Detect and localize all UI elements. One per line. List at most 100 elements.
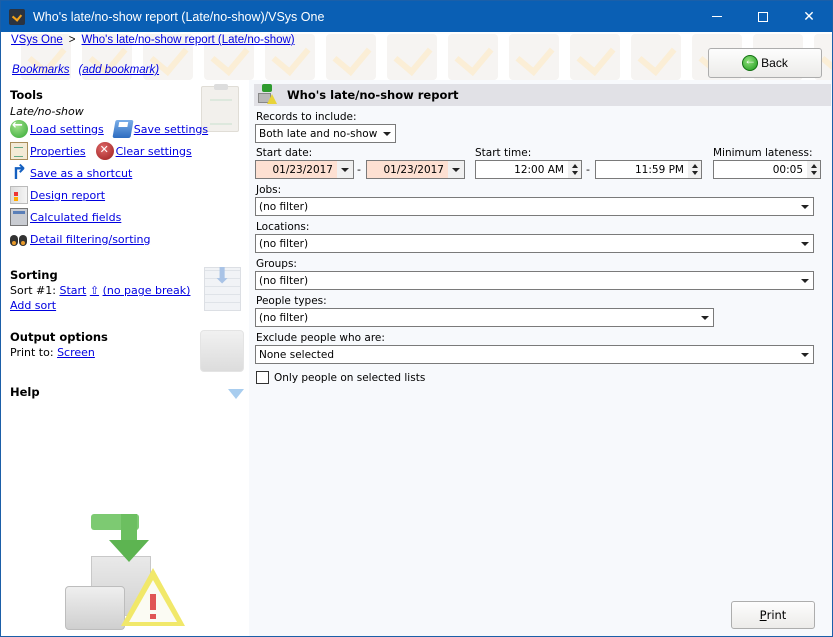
exclude-value: None selected (259, 348, 335, 361)
help-section: Help (10, 385, 40, 399)
green-arrow-icon (91, 510, 151, 570)
close-icon: ✕ (803, 8, 815, 25)
sort-field-link[interactable]: Start (59, 284, 86, 297)
start-date-from-value: 01/23/2017 (272, 163, 333, 176)
start-date-from-picker[interactable]: 01/23/2017 (255, 160, 354, 179)
watermark-logo (326, 34, 376, 80)
window-title: Who's late/no-show report (Late/no-show)… (33, 9, 325, 24)
clear-settings-icon (95, 142, 114, 160)
tools-title: Tools (10, 88, 43, 102)
watermark-logo (631, 34, 681, 80)
maximize-button[interactable] (740, 1, 786, 32)
print-to-label: Print to: (10, 346, 54, 359)
save-shortcut-link[interactable]: Save as a shortcut (30, 167, 132, 180)
save-settings-item[interactable]: Save settings (112, 120, 208, 138)
help-title[interactable]: Help (10, 385, 40, 399)
save-shortcut-item[interactable]: Save as a shortcut (10, 164, 132, 182)
print-accelerator: P (759, 608, 767, 622)
breadcrumb-current-link[interactable]: Who's late/no-show report (Late/no-show) (82, 34, 295, 46)
records-label: Records to include: (256, 111, 357, 123)
jobs-value: (no filter) (259, 200, 309, 213)
output-options-section: Output options Print to: Screen (10, 330, 108, 360)
start-time-to-spinner[interactable]: 11:59 PM (595, 160, 702, 179)
sidebar: Tools Late/no-show Load settings Save se… (1, 80, 249, 636)
locations-label: Locations: (256, 221, 310, 233)
groups-dropdown[interactable]: (no filter) (255, 271, 814, 290)
only-selected-lists-option[interactable]: Only people on selected lists (256, 371, 425, 384)
spinner-arrows-icon[interactable] (688, 161, 701, 178)
breadcrumb-home-link[interactable]: VSys One (11, 34, 63, 46)
binoculars-icon (10, 230, 28, 248)
sorting-title: Sorting (10, 268, 58, 282)
clear-settings-link[interactable]: Clear settings (116, 145, 192, 158)
records-dropdown[interactable]: Both late and no-show (255, 124, 396, 143)
title-bar: Who's late/no-show report (Late/no-show)… (1, 1, 832, 32)
print-button[interactable]: Print (731, 601, 815, 629)
report-illustration (61, 508, 191, 637)
watermark-logo (570, 34, 620, 80)
properties-link[interactable]: Properties (30, 145, 86, 158)
clear-settings-item[interactable]: Clear settings (95, 142, 192, 160)
chevron-down-icon (797, 198, 813, 215)
bookmarks-link[interactable]: Bookmarks (12, 64, 70, 76)
shortcut-icon (10, 164, 28, 182)
close-button[interactable]: ✕ (786, 1, 832, 32)
design-report-link[interactable]: Design report (30, 189, 105, 202)
load-settings-item[interactable]: Load settings (10, 118, 104, 138)
watermark-logo (387, 34, 437, 80)
detail-filtering-link[interactable]: Detail filtering/sorting (30, 233, 151, 246)
tools-subtitle: Late/no-show (10, 105, 84, 118)
page-break-link[interactable]: (no page break) (103, 284, 191, 297)
detail-filtering-item[interactable]: Detail filtering/sorting (10, 230, 151, 248)
start-time-label: Start time: (475, 147, 532, 159)
sort-prefix: Sort #1: (10, 284, 56, 297)
people-types-label: People types: (256, 295, 327, 307)
breadcrumb: VSys One > Who's late/no-show report (La… (11, 34, 295, 46)
only-selected-lists-label: Only people on selected lists (274, 371, 426, 384)
calculator-icon (10, 208, 28, 226)
time-range-separator: - (586, 163, 590, 176)
add-sort-link[interactable]: Add sort (10, 299, 56, 312)
spinner-arrows-icon[interactable] (807, 161, 820, 178)
expand-help-icon[interactable] (228, 389, 244, 399)
people-types-value: (no filter) (259, 311, 309, 324)
print-to-link[interactable]: Screen (57, 346, 95, 359)
design-report-icon (10, 186, 28, 204)
report-header: Who's late/no-show report (254, 84, 831, 106)
back-arrow-icon (742, 53, 759, 71)
add-bookmark-link[interactable]: (add bookmark) (79, 64, 160, 76)
start-time-from-spinner[interactable]: 12:00 AM (475, 160, 582, 179)
print-button-label: rint (766, 608, 787, 622)
chevron-down-icon (448, 161, 464, 178)
chevron-down-icon (797, 346, 813, 363)
chevron-down-icon (379, 125, 395, 142)
people-types-dropdown[interactable]: (no filter) (255, 308, 714, 327)
only-selected-lists-checkbox[interactable] (256, 371, 269, 384)
min-lateness-value: 00:05 (772, 163, 803, 176)
locations-value: (no filter) (259, 237, 309, 250)
start-date-to-picker[interactable]: 01/23/2017 (366, 160, 465, 179)
jobs-dropdown[interactable]: (no filter) (255, 197, 814, 216)
tools-section: Tools Late/no-show Load settings Save se… (10, 88, 218, 250)
min-lateness-spinner[interactable]: 00:05 (713, 160, 821, 179)
start-time-from-value: 12:00 AM (514, 163, 564, 176)
sort-direction-icon[interactable]: ⇧ (90, 284, 99, 297)
locations-dropdown[interactable]: (no filter) (255, 234, 814, 253)
exclude-dropdown[interactable]: None selected (255, 345, 814, 364)
printer-icon (200, 330, 244, 372)
watermark-logo (448, 34, 498, 80)
back-button[interactable]: Back (708, 48, 822, 78)
properties-item[interactable]: Properties (10, 142, 86, 160)
late-report-icon (256, 84, 278, 106)
report-settings-panel: Who's late/no-show report Records to inc… (251, 80, 832, 636)
spinner-arrows-icon[interactable] (568, 161, 581, 178)
chevron-down-icon (697, 309, 713, 326)
design-report-item[interactable]: Design report (10, 186, 105, 204)
load-settings-icon (10, 118, 28, 138)
save-settings-link[interactable]: Save settings (134, 123, 208, 136)
calculated-fields-link[interactable]: Calculated fields (30, 211, 121, 224)
groups-value: (no filter) (259, 274, 309, 287)
minimize-button[interactable] (694, 1, 740, 32)
calculated-fields-item[interactable]: Calculated fields (10, 208, 121, 226)
load-settings-link[interactable]: Load settings (30, 123, 104, 136)
